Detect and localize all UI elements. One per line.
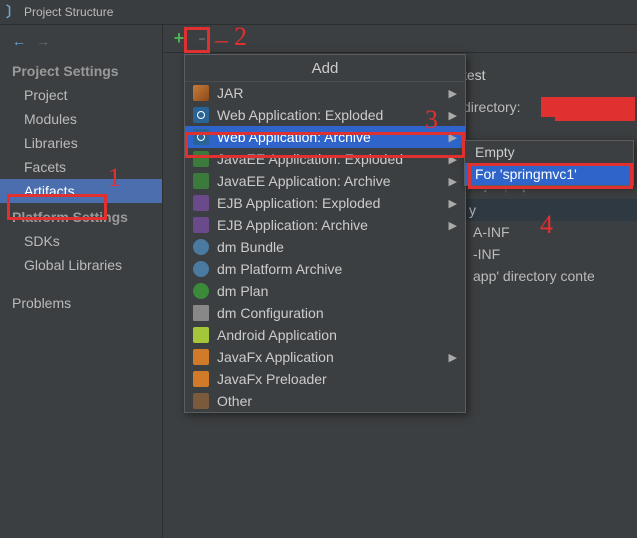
popup-item-label: dm Configuration: [217, 305, 324, 321]
popup-item-label: JavaFx Preloader: [217, 371, 327, 387]
popup-item-jar[interactable]: JAR ▶: [185, 82, 465, 104]
and-icon: [193, 327, 209, 343]
popup-item-label: EJB Application: Exploded: [217, 195, 380, 211]
submenu-arrow-icon: ▶: [449, 131, 457, 144]
submenu-arrow-icon: ▶: [449, 219, 457, 232]
sidebar: ← → Project Settings Project Modules Lib…: [0, 25, 163, 538]
tree-header: y: [453, 199, 637, 221]
popup-item-label: Web Application: Exploded: [217, 107, 383, 123]
add-button[interactable]: +: [169, 29, 189, 49]
other-icon: [193, 393, 209, 409]
sidebar-item-facets[interactable]: Facets: [0, 155, 162, 179]
popup-item-label: dm Plan: [217, 283, 268, 299]
sidebar-item-libraries[interactable]: Libraries: [0, 131, 162, 155]
popup-item-javaee-application-archive[interactable]: JavaEE Application: Archive ▶: [185, 170, 465, 192]
output-dir-label: directory:: [463, 99, 533, 115]
popup-item-label: EJB Application: Archive: [217, 217, 368, 233]
submenu-arrow-icon: ▶: [449, 197, 457, 210]
minus-icon[interactable]: −: [195, 32, 209, 46]
popup-item-dm-platform-archive[interactable]: dm Platform Archive: [185, 258, 465, 280]
add-submenu: EmptyFor 'springmvc1': [464, 140, 634, 186]
file-icon: [193, 305, 209, 321]
popup-item-label: JavaFx Application: [217, 349, 334, 365]
submenu-arrow-icon: ▶: [449, 109, 457, 122]
javaee-icon: [193, 173, 209, 189]
sidebar-item-project[interactable]: Project: [0, 83, 162, 107]
web-icon: [193, 107, 209, 123]
popup-item-label: Web Application: Archive: [217, 129, 371, 145]
dm-icon: [193, 261, 209, 277]
ejb-icon: [193, 217, 209, 233]
sidebar-item-artifacts[interactable]: Artifacts: [0, 179, 162, 203]
popup-item-label: Android Application: [217, 327, 337, 343]
fx-icon: [193, 349, 209, 365]
section-project-settings: Project Settings: [0, 57, 162, 83]
popup-item-web-application-archive[interactable]: Web Application: Archive ▶: [185, 126, 465, 148]
toolbar: + −: [163, 25, 637, 53]
output-dir-value-redacted: [541, 97, 621, 117]
section-platform-settings: Platform Settings: [0, 203, 162, 229]
ij-logo-icon: 〕: [6, 2, 20, 22]
sidebar-item-modules[interactable]: Modules: [0, 107, 162, 131]
sidebar-item-global-libraries[interactable]: Global Libraries: [0, 253, 162, 277]
popup-item-ejb-application-exploded[interactable]: EJB Application: Exploded ▶: [185, 192, 465, 214]
sidebar-item-sdks[interactable]: SDKs: [0, 229, 162, 253]
popup-item-javaee-application-exploded[interactable]: JavaEE Application: Exploded ▶: [185, 148, 465, 170]
jar-icon: [193, 85, 209, 101]
popup-item-dm-bundle[interactable]: dm Bundle: [185, 236, 465, 258]
dm-icon: [193, 239, 209, 255]
popup-item-dm-configuration[interactable]: dm Configuration: [185, 302, 465, 324]
dmp-icon: [193, 283, 209, 299]
popup-item-label: JavaEE Application: Exploded: [217, 151, 403, 167]
submenu-item-empty[interactable]: Empty: [465, 141, 633, 163]
popup-item-label: dm Platform Archive: [217, 261, 342, 277]
fx-icon: [193, 371, 209, 387]
window-title: Project Structure: [24, 5, 113, 19]
nav-back-icon[interactable]: ←: [12, 33, 26, 49]
popup-item-dm-plan[interactable]: dm Plan: [185, 280, 465, 302]
popup-item-javafx-application[interactable]: JavaFx Application ▶: [185, 346, 465, 368]
titlebar: 〕 Project Structure: [0, 0, 637, 25]
submenu-arrow-icon: ▶: [449, 175, 457, 188]
popup-item-label: JAR: [217, 85, 243, 101]
popup-title: Add: [185, 55, 465, 82]
popup-item-other[interactable]: Other: [185, 390, 465, 412]
ejb-icon: [193, 195, 209, 211]
popup-item-label: JavaEE Application: Archive: [217, 173, 391, 189]
popup-item-web-application-exploded[interactable]: Web Application: Exploded ▶: [185, 104, 465, 126]
submenu-item-for-springmvc1-[interactable]: For 'springmvc1': [465, 163, 633, 185]
popup-item-android-application[interactable]: Android Application: [185, 324, 465, 346]
popup-item-label: dm Bundle: [217, 239, 284, 255]
nav-forward-icon[interactable]: →: [36, 33, 50, 49]
submenu-arrow-icon: ▶: [449, 87, 457, 100]
add-popup: Add JAR▶Web Application: Exploded▶Web Ap…: [184, 54, 466, 413]
popup-item-ejb-application-archive[interactable]: EJB Application: Archive ▶: [185, 214, 465, 236]
javaee-icon: [193, 151, 209, 167]
web-icon: [193, 129, 209, 145]
popup-item-javafx-preloader[interactable]: JavaFx Preloader: [185, 368, 465, 390]
submenu-arrow-icon: ▶: [449, 153, 457, 166]
sidebar-item-problems[interactable]: Problems: [0, 291, 162, 315]
popup-item-label: Other: [217, 393, 252, 409]
nav-arrows: ← →: [0, 29, 162, 57]
submenu-arrow-icon: ▶: [449, 351, 457, 364]
